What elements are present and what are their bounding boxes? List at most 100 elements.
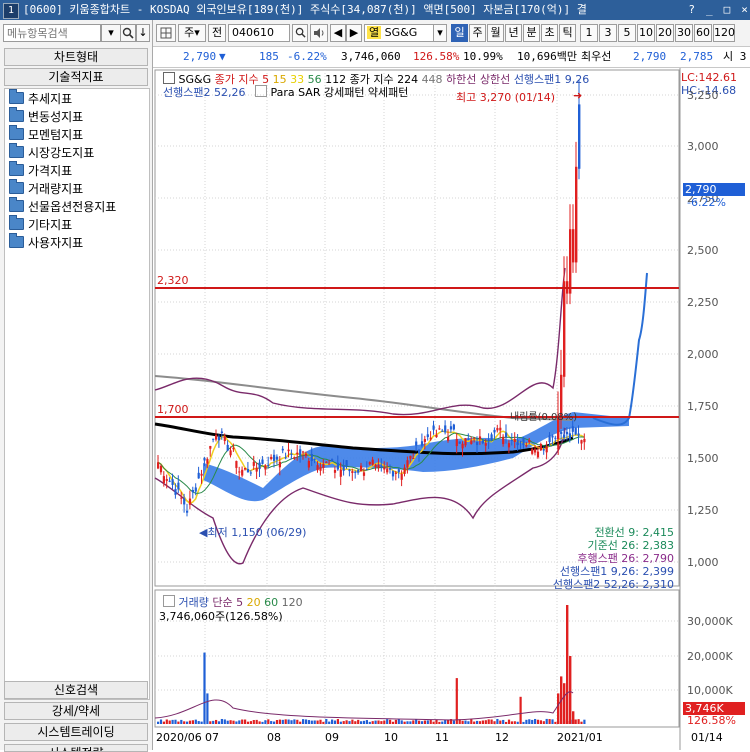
- date-tick: 08: [267, 731, 281, 744]
- turnover-rate: 10.99%: [463, 50, 503, 63]
- tree-item-futures-options[interactable]: 선물옵션전용지표: [9, 197, 116, 216]
- stock-dropdown-icon[interactable]: ▾: [433, 24, 447, 42]
- range-button-3[interactable]: 3: [599, 24, 617, 42]
- current-price-tag: 2,790: [683, 183, 745, 196]
- high-annotation: 최고 3,270 (01/14): [456, 91, 556, 104]
- close-icon[interactable]: ×: [739, 0, 750, 20]
- window-controls: ? _ □ ×: [682, 0, 750, 20]
- grid-icon[interactable]: [156, 24, 176, 42]
- volume-value: 3,746,060주(126.58%): [159, 610, 283, 623]
- strength-weakness-button[interactable]: 강세/약세: [4, 702, 148, 720]
- range-button-120[interactable]: 120: [713, 24, 735, 42]
- period-select[interactable]: 주▾: [178, 24, 206, 42]
- chart-area[interactable]: SG&G 종가 지수 5 15 33 56 112 종가 지수 224 448 …: [153, 68, 750, 750]
- help-icon[interactable]: ?: [686, 0, 697, 20]
- tree-item-other[interactable]: 기타지표: [9, 215, 72, 234]
- volume-tick: 20,000K: [687, 650, 733, 663]
- period-tab-3[interactable]: 년: [505, 24, 522, 42]
- next-stock-button[interactable]: ▶: [346, 24, 362, 42]
- signal-search-button[interactable]: 신호검색: [4, 681, 148, 699]
- best-bid: 2,790: [633, 50, 667, 63]
- folder-icon: [9, 107, 24, 122]
- best-ask: 2,785: [680, 50, 714, 63]
- period-tab-2[interactable]: 월: [487, 24, 504, 42]
- search-icon[interactable]: [120, 24, 136, 42]
- stock-code-input[interactable]: 040610: [228, 24, 290, 42]
- range-button-5[interactable]: 5: [618, 24, 636, 42]
- candlestick-chart[interactable]: [153, 68, 750, 750]
- range-button-10[interactable]: 10: [637, 24, 655, 42]
- maximize-icon[interactable]: □: [721, 0, 732, 20]
- folder-icon: [9, 161, 24, 176]
- legend-ma448: 448: [421, 73, 443, 86]
- volume-tick: 30,000K: [687, 615, 733, 628]
- ichimoku-value-4: 선행스팬2 52,26: 2,310: [552, 578, 674, 591]
- system-trading-button[interactable]: 시스템트레이딩: [4, 723, 148, 741]
- tree-item-trend[interactable]: 추세지표: [9, 89, 72, 108]
- period-tab-4[interactable]: 분: [523, 24, 540, 42]
- prev-button[interactable]: 전: [208, 24, 226, 42]
- menu-search-input[interactable]: [3, 24, 101, 42]
- period-tab-5[interactable]: 초: [541, 24, 558, 42]
- range-button-60[interactable]: 60: [694, 24, 712, 42]
- tree-item-price[interactable]: 가격지표: [9, 161, 72, 180]
- date-axis-right: 01/14: [691, 731, 723, 744]
- volume-tick: 10,000K: [687, 684, 733, 697]
- down-arrow-icon: ▼: [219, 50, 226, 63]
- price-change: 185: [259, 50, 279, 63]
- indicator-tree: 추세지표 변동성지표 모멘텀지표 시장강도지표 가격지표 거래량지표 선물옵션전…: [4, 88, 150, 700]
- legend-psar: Para SAR 강세패턴 약세패턴: [270, 86, 409, 99]
- price-tick: 2,000: [687, 348, 719, 361]
- period-tab-1[interactable]: 주: [469, 24, 486, 42]
- tree-item-user[interactable]: 사용자지표: [9, 233, 83, 252]
- volume-box-icon: [163, 595, 175, 607]
- date-tick: 11: [435, 731, 449, 744]
- stock-name-field[interactable]: 열 SG&G: [364, 24, 434, 42]
- tree-item-volume[interactable]: 거래량지표: [9, 179, 83, 198]
- price-tick: 3,000: [687, 140, 719, 153]
- legend-psar-icon: [254, 85, 267, 97]
- legend-upper-band: 상한선: [479, 73, 511, 86]
- volume-value: 3,746,060: [341, 50, 401, 63]
- technical-indicator-button[interactable]: 기술적지표: [4, 68, 148, 86]
- tree-item-momentum[interactable]: 모멘텀지표: [9, 125, 83, 144]
- current-price-pct: -6.22%: [687, 196, 726, 209]
- menu-search-row: ▾ ↓: [3, 24, 150, 44]
- volume-ma120: 120: [281, 596, 303, 609]
- price-tick: 1,000: [687, 556, 719, 569]
- range-button-20[interactable]: 20: [656, 24, 674, 42]
- current-volume-pct: 126.58%: [687, 714, 736, 727]
- chart-type-button[interactable]: 차트형태: [4, 48, 148, 66]
- price-tick: 1,500: [687, 452, 719, 465]
- condition-badge: 열: [367, 26, 382, 39]
- legend-span1: 선행스팬1 9,26: [513, 73, 590, 86]
- high-arrow-icon: ➜: [573, 89, 583, 102]
- dropdown-icon[interactable]: ▾: [101, 24, 121, 42]
- date-tick: 07: [205, 731, 219, 744]
- stock-search-icon[interactable]: [292, 24, 308, 42]
- down-arrow-icon[interactable]: ↓: [136, 24, 150, 42]
- system-strategy-button[interactable]: 시스템전략: [4, 744, 148, 752]
- range-button-30[interactable]: 30: [675, 24, 693, 42]
- minimize-icon[interactable]: _: [704, 0, 715, 20]
- period-tab-6[interactable]: 틱: [559, 24, 576, 42]
- price-tick: 1,250: [687, 504, 719, 517]
- folder-icon: [9, 125, 24, 140]
- price-tick: 1,750: [687, 400, 719, 413]
- chart-legend-row2: 선행스팬2 52,26 Para SAR 강세패턴 약세패턴: [163, 84, 408, 100]
- volume-ratio: 126.58%: [413, 50, 460, 63]
- prev-stock-button[interactable]: ◀: [330, 24, 346, 42]
- tree-item-market-strength[interactable]: 시장강도지표: [9, 143, 94, 162]
- folder-icon: [9, 143, 24, 158]
- price-tick: 3,250: [687, 89, 719, 102]
- tree-item-volatility[interactable]: 변동성지표: [9, 107, 83, 126]
- folder-icon: [9, 197, 24, 212]
- trade-amount: 10,696백만: [517, 50, 577, 63]
- period-tab-0[interactable]: 일: [451, 24, 468, 42]
- indicator-panel: ▾ ↓ 차트형태 기술적지표 추세지표 변동성지표 모멘텀지표 시장강도지표 가…: [0, 20, 153, 752]
- legend-span2: 선행스팬2 52,26: [163, 86, 246, 99]
- title-bar: 1 [0600] 키움종합차트 - KOSDAQ 외국인보유[189(천)] 주식…: [0, 0, 750, 20]
- lower-line-label: 1,700: [157, 403, 189, 416]
- speaker-icon[interactable]: [310, 24, 328, 42]
- range-button-1[interactable]: 1: [580, 24, 598, 42]
